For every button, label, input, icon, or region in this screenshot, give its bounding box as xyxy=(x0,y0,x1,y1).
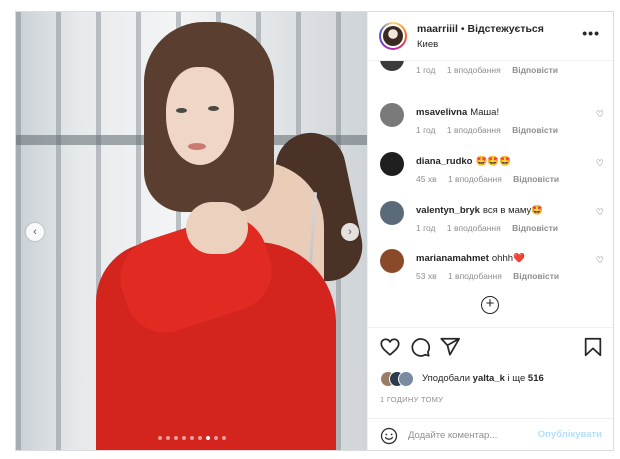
reply-button[interactable]: Відповісти xyxy=(513,271,559,281)
comment-time: 53 хв xyxy=(416,271,437,281)
comment-text: вся в маму🤩 xyxy=(482,205,544,216)
avatar[interactable] xyxy=(380,152,404,176)
comment-time: 1 год xyxy=(416,223,436,233)
list-item: valentyn_bryk вся в маму🤩 1 год 1 вподоба… xyxy=(368,201,613,249)
comment-icon[interactable] xyxy=(409,336,431,358)
like-heart-icon[interactable]: ♡ xyxy=(596,109,604,120)
avatar[interactable] xyxy=(380,201,404,225)
likes-prefix: Уподобали xyxy=(422,373,471,384)
post-comment-button[interactable]: Опублікувати xyxy=(538,429,602,440)
comment-username[interactable]: valentyn_bryk xyxy=(416,205,480,216)
carousel-indicator xyxy=(16,436,367,440)
like-heart-icon[interactable]: ♡ xyxy=(596,207,604,218)
previous-photo-button[interactable]: ‹ xyxy=(26,223,44,241)
like-heart-icon[interactable]: ♡ xyxy=(596,255,604,266)
likes-middle: і ще xyxy=(507,373,526,384)
list-item: diana_rudko 🤩🤩🤩 45 хв 1 вподобання Відпов… xyxy=(368,152,613,200)
like-heart-icon[interactable] xyxy=(379,336,401,358)
comment-form: Опублікувати xyxy=(368,418,613,450)
comment-time: 1 год xyxy=(416,125,436,135)
comment-likes[interactable]: 1 вподобання xyxy=(447,223,501,233)
chevron-right-icon: › xyxy=(348,226,352,238)
more-options-icon[interactable]: ••• xyxy=(582,25,600,41)
comment-likes[interactable]: 1 вподобання xyxy=(447,125,501,135)
comment-text: 🤩🤩🤩 xyxy=(475,156,512,167)
reply-button[interactable]: Відповісти xyxy=(512,65,558,75)
avatar xyxy=(398,371,414,387)
comment-meta: 1 год 1 вподобання Відповісти xyxy=(416,65,567,75)
post-dialog: ‹ › maarriiil • Відстежується Киев ••• 1 г… xyxy=(15,11,614,451)
likes-count[interactable]: 516 xyxy=(528,373,544,384)
avatar[interactable] xyxy=(380,249,404,273)
emoji-icon[interactable] xyxy=(380,427,398,445)
avatar[interactable] xyxy=(380,61,404,71)
reply-button[interactable]: Відповісти xyxy=(512,223,558,233)
comment-time: 45 хв xyxy=(416,174,437,184)
carousel-dot xyxy=(205,436,210,440)
load-more-comments-icon[interactable]: + xyxy=(481,296,499,314)
comment-text: ohhh❤️ xyxy=(491,253,525,264)
share-icon[interactable] xyxy=(439,336,461,358)
comment-text: Маша! xyxy=(470,107,500,118)
comment-username[interactable]: marianamahmet xyxy=(416,253,489,264)
author-avatar[interactable] xyxy=(379,22,407,50)
next-photo-button[interactable]: › xyxy=(341,223,359,241)
comment-input[interactable] xyxy=(408,427,538,443)
comment-likes[interactable]: 1 вподобання xyxy=(447,65,501,75)
carousel-dot xyxy=(157,436,162,440)
bookmark-icon[interactable] xyxy=(582,336,604,358)
post-header: maarriiil • Відстежується Киев ••• xyxy=(368,12,613,61)
carousel-dot xyxy=(189,436,194,440)
reply-button[interactable]: Відповісти xyxy=(513,174,559,184)
comment-likes[interactable]: 1 вподобання xyxy=(448,271,502,281)
reply-button[interactable]: Відповісти xyxy=(512,125,558,135)
carousel-dot xyxy=(181,436,186,440)
location-link[interactable]: Киев xyxy=(417,39,438,50)
like-heart-icon[interactable]: ♡ xyxy=(596,158,604,169)
post-side-panel: maarriiil • Відстежується Киев ••• 1 год 1… xyxy=(367,12,613,450)
avatar[interactable] xyxy=(380,103,404,127)
separator-dot: • xyxy=(460,23,465,35)
comment-username[interactable]: msavelivna xyxy=(416,107,467,118)
carousel-dot xyxy=(213,436,218,440)
liker-username[interactable]: yalta_k xyxy=(473,373,505,384)
author-username[interactable]: maarriiil xyxy=(417,23,458,35)
post-photo[interactable]: ‹ › xyxy=(16,12,367,450)
carousel-dot xyxy=(173,436,178,440)
comments-list[interactable]: 1 год 1 вподобання Відповісти msavelivna… xyxy=(368,61,613,327)
list-item: marianamahmet ohhh❤️ 53 хв 1 вподобання В… xyxy=(368,249,613,297)
comment-username[interactable]: diana_rudko xyxy=(416,156,473,167)
carousel-dot xyxy=(221,436,226,440)
carousel-dot xyxy=(197,436,202,440)
list-item: msavelivna Маша! 1 год 1 вподобання Відпо… xyxy=(368,103,613,151)
comment-time: 1 год xyxy=(416,65,436,75)
post-timestamp[interactable]: 1 ГОДИНУ ТОМУ xyxy=(380,395,443,404)
chevron-left-icon: ‹ xyxy=(33,226,37,238)
comment-likes[interactable]: 1 вподобання xyxy=(448,174,502,184)
following-button[interactable]: Відстежується xyxy=(468,23,544,35)
post-actions: Уподобали yalta_k і ще 516 1 ГОДИНУ ТОМУ… xyxy=(368,327,613,447)
carousel-dot xyxy=(165,436,170,440)
